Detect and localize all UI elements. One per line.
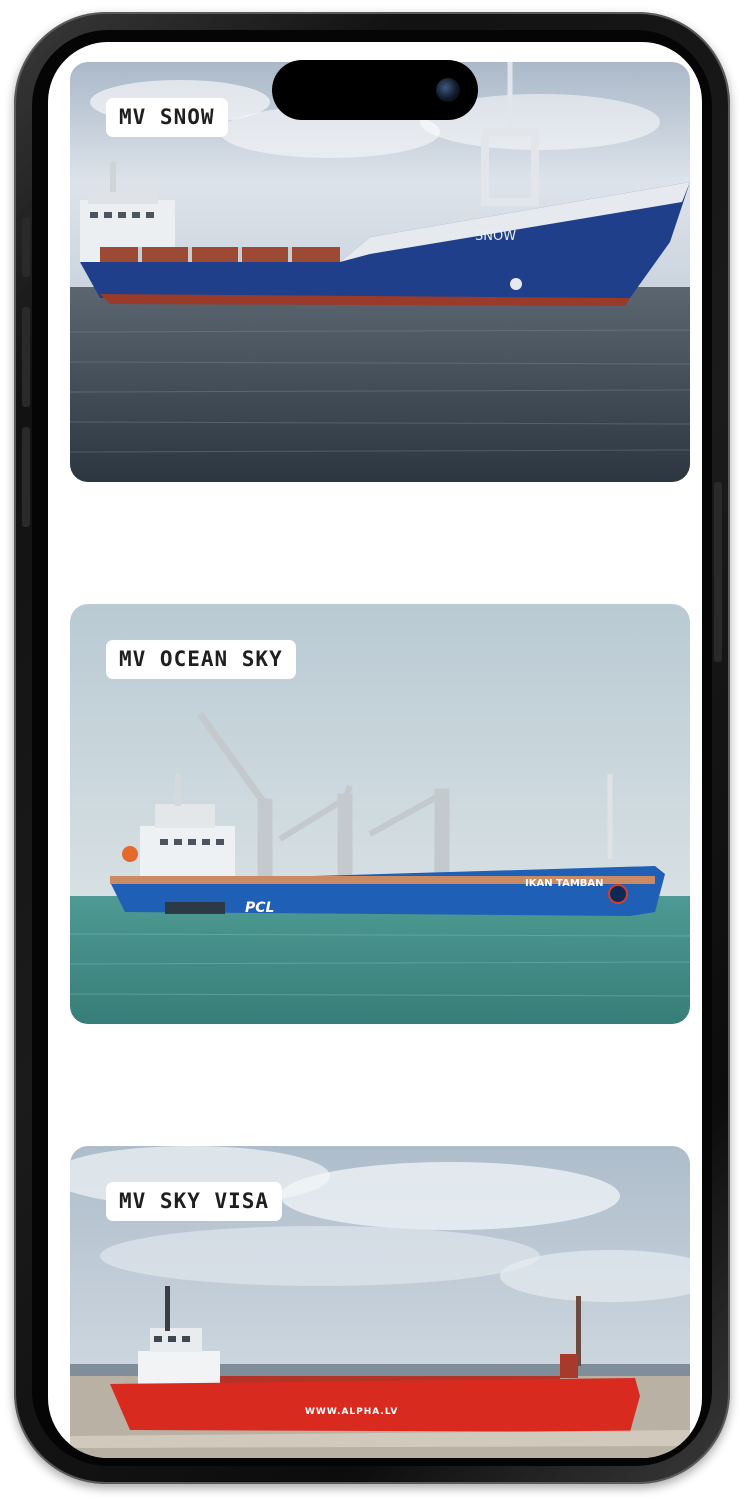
power-button [714, 482, 722, 662]
hull-name-ocean-sky: IKAN TAMBAN [525, 878, 604, 889]
ship-card-snow[interactable]: SNOW MV SNOW [70, 62, 690, 482]
front-camera-icon [436, 78, 460, 102]
ship-name-label: MV SKY VISA [106, 1182, 283, 1221]
action-button [22, 217, 30, 277]
dynamic-island [272, 60, 478, 120]
ship-name-label: MV OCEAN SKY [106, 640, 296, 679]
hull-name-snow: SNOW [475, 229, 516, 244]
phone-screen: SNOW MV SNOW IKAN TAMBAN PCL MV OCEAN SK… [48, 42, 702, 1458]
volume-down-button [22, 427, 30, 527]
ship-name-label: MV SNOW [106, 98, 228, 137]
ship-card-ocean-sky[interactable]: IKAN TAMBAN PCL MV OCEAN SKY [70, 604, 690, 1024]
hull-name-sky-visa: WWW.ALPHA.LV [305, 1407, 398, 1417]
hull-mark-ocean-sky: PCL [245, 900, 274, 916]
volume-up-button [22, 307, 30, 407]
ship-card-sky-visa[interactable]: WWW.ALPHA.LV MV SKY VISA [70, 1146, 690, 1458]
